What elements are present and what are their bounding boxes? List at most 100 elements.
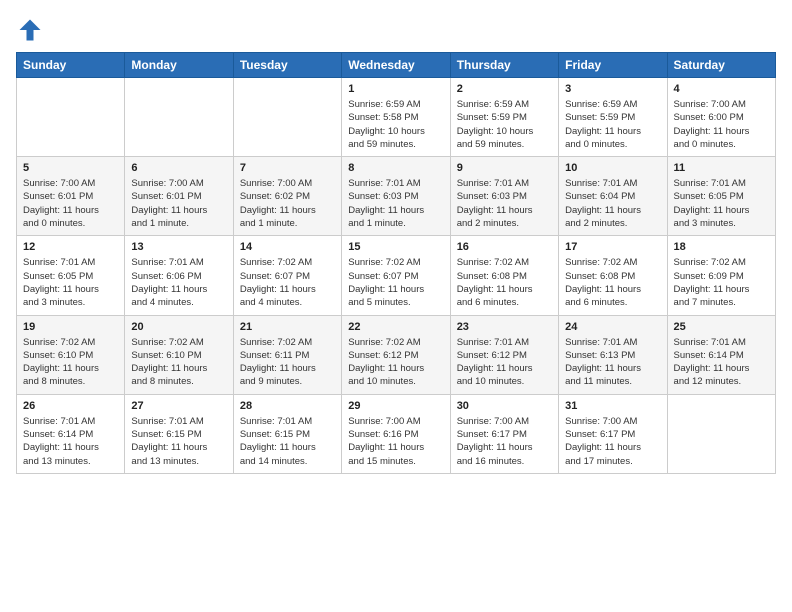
calendar-cell: 29Sunrise: 7:00 AM Sunset: 6:16 PM Dayli…	[342, 394, 450, 473]
day-info: Sunrise: 7:02 AM Sunset: 6:09 PM Dayligh…	[674, 256, 769, 309]
day-info: Sunrise: 6:59 AM Sunset: 5:59 PM Dayligh…	[565, 98, 660, 151]
day-number: 22	[348, 321, 443, 333]
calendar-week-row: 1Sunrise: 6:59 AM Sunset: 5:58 PM Daylig…	[17, 78, 776, 157]
day-number: 21	[240, 321, 335, 333]
day-of-week-header: Thursday	[450, 53, 558, 78]
day-info: Sunrise: 7:02 AM Sunset: 6:07 PM Dayligh…	[348, 256, 443, 309]
calendar-cell: 1Sunrise: 6:59 AM Sunset: 5:58 PM Daylig…	[342, 78, 450, 157]
calendar-cell: 6 Sunrise: 7:00 AM Sunset: 6:01 PM Daylig…	[125, 157, 233, 236]
day-info: Sunrise: 7:00 AM Sunset: 6:01 PM Dayligh…	[23, 177, 118, 230]
calendar-cell: 7 Sunrise: 7:00 AM Sunset: 6:02 PM Daylig…	[233, 157, 341, 236]
calendar-week-row: 5 Sunrise: 7:00 AM Sunset: 6:01 PM Daylig…	[17, 157, 776, 236]
day-number: 31	[565, 400, 660, 412]
day-number: 8	[348, 162, 443, 174]
calendar-cell: 16 Sunrise: 7:02 AM Sunset: 6:08 PM Dayli…	[450, 236, 558, 315]
day-info: Sunrise: 7:02 AM Sunset: 6:10 PM Dayligh…	[131, 336, 226, 389]
day-number: 27	[131, 400, 226, 412]
day-info: Sunrise: 6:59 AM Sunset: 5:59 PM Dayligh…	[457, 98, 552, 151]
day-number: 5	[23, 162, 118, 174]
calendar-cell: 4 Sunrise: 7:00 AM Sunset: 6:00 PM Daylig…	[667, 78, 775, 157]
day-info: Sunrise: 7:02 AM Sunset: 6:12 PM Dayligh…	[348, 336, 443, 389]
day-number: 23	[457, 321, 552, 333]
day-info: Sunrise: 6:59 AM Sunset: 5:58 PM Dayligh…	[348, 98, 443, 151]
day-info: Sunrise: 7:01 AM Sunset: 6:06 PM Dayligh…	[131, 256, 226, 309]
day-number: 7	[240, 162, 335, 174]
day-info: Sunrise: 7:00 AM Sunset: 6:01 PM Dayligh…	[131, 177, 226, 230]
day-info: Sunrise: 7:01 AM Sunset: 6:03 PM Dayligh…	[348, 177, 443, 230]
calendar-cell: 18 Sunrise: 7:02 AM Sunset: 6:09 PM Dayli…	[667, 236, 775, 315]
day-info: Sunrise: 7:00 AM Sunset: 6:16 PM Dayligh…	[348, 415, 443, 468]
day-number: 20	[131, 321, 226, 333]
day-number: 16	[457, 241, 552, 253]
day-info: Sunrise: 7:01 AM Sunset: 6:04 PM Dayligh…	[565, 177, 660, 230]
day-info: Sunrise: 7:00 AM Sunset: 6:02 PM Dayligh…	[240, 177, 335, 230]
day-info: Sunrise: 7:02 AM Sunset: 6:08 PM Dayligh…	[457, 256, 552, 309]
day-info: Sunrise: 7:02 AM Sunset: 6:10 PM Dayligh…	[23, 336, 118, 389]
day-info: Sunrise: 7:01 AM Sunset: 6:14 PM Dayligh…	[23, 415, 118, 468]
calendar-cell: 14 Sunrise: 7:02 AM Sunset: 6:07 PM Dayli…	[233, 236, 341, 315]
calendar-cell: 19 Sunrise: 7:02 AM Sunset: 6:10 PM Dayli…	[17, 315, 125, 394]
calendar-cell: 24Sunrise: 7:01 AM Sunset: 6:13 PM Dayli…	[559, 315, 667, 394]
calendar-cell: 15 Sunrise: 7:02 AM Sunset: 6:07 PM Dayli…	[342, 236, 450, 315]
day-info: Sunrise: 7:00 AM Sunset: 6:00 PM Dayligh…	[674, 98, 769, 151]
calendar-cell: 28Sunrise: 7:01 AM Sunset: 6:15 PM Dayli…	[233, 394, 341, 473]
calendar-cell	[667, 394, 775, 473]
day-number: 13	[131, 241, 226, 253]
day-of-week-header: Saturday	[667, 53, 775, 78]
day-info: Sunrise: 7:01 AM Sunset: 6:03 PM Dayligh…	[457, 177, 552, 230]
day-number: 24	[565, 321, 660, 333]
day-number: 19	[23, 321, 118, 333]
day-of-week-header: Wednesday	[342, 53, 450, 78]
calendar: SundayMondayTuesdayWednesdayThursdayFrid…	[16, 52, 776, 474]
day-info: Sunrise: 7:00 AM Sunset: 6:17 PM Dayligh…	[457, 415, 552, 468]
day-number: 26	[23, 400, 118, 412]
day-number: 2	[457, 83, 552, 95]
calendar-cell: 17 Sunrise: 7:02 AM Sunset: 6:08 PM Dayli…	[559, 236, 667, 315]
day-info: Sunrise: 7:02 AM Sunset: 6:07 PM Dayligh…	[240, 256, 335, 309]
day-of-week-header: Sunday	[17, 53, 125, 78]
calendar-cell: 30Sunrise: 7:00 AM Sunset: 6:17 PM Dayli…	[450, 394, 558, 473]
calendar-cell: 8 Sunrise: 7:01 AM Sunset: 6:03 PM Daylig…	[342, 157, 450, 236]
day-number: 15	[348, 241, 443, 253]
day-number: 11	[674, 162, 769, 174]
calendar-cell: 12 Sunrise: 7:01 AM Sunset: 6:05 PM Dayli…	[17, 236, 125, 315]
day-of-week-header: Monday	[125, 53, 233, 78]
day-info: Sunrise: 7:02 AM Sunset: 6:11 PM Dayligh…	[240, 336, 335, 389]
calendar-week-row: 12 Sunrise: 7:01 AM Sunset: 6:05 PM Dayli…	[17, 236, 776, 315]
calendar-cell: 27 Sunrise: 7:01 AM Sunset: 6:15 PM Dayli…	[125, 394, 233, 473]
day-of-week-header: Friday	[559, 53, 667, 78]
day-number: 14	[240, 241, 335, 253]
day-number: 3	[565, 83, 660, 95]
calendar-cell: 31 Sunrise: 7:00 AM Sunset: 6:17 PM Dayli…	[559, 394, 667, 473]
calendar-cell: 26 Sunrise: 7:01 AM Sunset: 6:14 PM Dayli…	[17, 394, 125, 473]
day-info: Sunrise: 7:00 AM Sunset: 6:17 PM Dayligh…	[565, 415, 660, 468]
day-number: 4	[674, 83, 769, 95]
calendar-cell: 11 Sunrise: 7:01 AM Sunset: 6:05 PM Dayli…	[667, 157, 775, 236]
calendar-header-row: SundayMondayTuesdayWednesdayThursdayFrid…	[17, 53, 776, 78]
day-info: Sunrise: 7:02 AM Sunset: 6:08 PM Dayligh…	[565, 256, 660, 309]
day-number: 18	[674, 241, 769, 253]
logo	[16, 16, 48, 44]
calendar-cell	[17, 78, 125, 157]
calendar-cell: 5 Sunrise: 7:00 AM Sunset: 6:01 PM Daylig…	[17, 157, 125, 236]
day-info: Sunrise: 7:01 AM Sunset: 6:12 PM Dayligh…	[457, 336, 552, 389]
calendar-week-row: 26 Sunrise: 7:01 AM Sunset: 6:14 PM Dayli…	[17, 394, 776, 473]
day-number: 6	[131, 162, 226, 174]
calendar-cell: 21 Sunrise: 7:02 AM Sunset: 6:11 PM Dayli…	[233, 315, 341, 394]
calendar-cell: 20 Sunrise: 7:02 AM Sunset: 6:10 PM Dayli…	[125, 315, 233, 394]
calendar-week-row: 19 Sunrise: 7:02 AM Sunset: 6:10 PM Dayli…	[17, 315, 776, 394]
day-number: 17	[565, 241, 660, 253]
day-number: 28	[240, 400, 335, 412]
calendar-cell	[125, 78, 233, 157]
day-info: Sunrise: 7:01 AM Sunset: 6:05 PM Dayligh…	[23, 256, 118, 309]
page-header	[16, 16, 776, 44]
day-info: Sunrise: 7:01 AM Sunset: 6:05 PM Dayligh…	[674, 177, 769, 230]
calendar-cell: 13 Sunrise: 7:01 AM Sunset: 6:06 PM Dayli…	[125, 236, 233, 315]
day-info: Sunrise: 7:01 AM Sunset: 6:14 PM Dayligh…	[674, 336, 769, 389]
day-number: 25	[674, 321, 769, 333]
calendar-cell: 2 Sunrise: 6:59 AM Sunset: 5:59 PM Daylig…	[450, 78, 558, 157]
day-number: 12	[23, 241, 118, 253]
calendar-cell: 9Sunrise: 7:01 AM Sunset: 6:03 PM Daylig…	[450, 157, 558, 236]
day-info: Sunrise: 7:01 AM Sunset: 6:15 PM Dayligh…	[131, 415, 226, 468]
calendar-cell: 23 Sunrise: 7:01 AM Sunset: 6:12 PM Dayli…	[450, 315, 558, 394]
